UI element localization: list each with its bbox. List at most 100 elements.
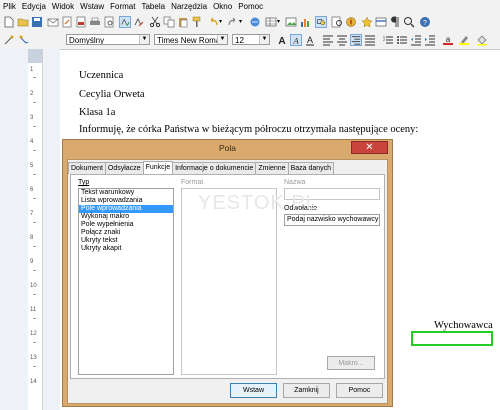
ruler-number: 2 bbox=[30, 91, 34, 97]
background-color-icon[interactable] bbox=[476, 34, 488, 46]
edit-document-icon[interactable] bbox=[61, 16, 73, 28]
font-size-select[interactable]: 12 ▼ bbox=[232, 34, 270, 45]
list-item[interactable]: Lista wprowadzania bbox=[79, 197, 173, 205]
list-item[interactable]: Ukryty tekst bbox=[79, 237, 173, 245]
insert-table-icon[interactable] bbox=[265, 16, 277, 28]
dialog-tabs: Dokument Odsyłacze Funkcje Informacje o … bbox=[68, 161, 335, 174]
menu-window[interactable]: Okno bbox=[210, 2, 235, 11]
email-icon[interactable] bbox=[47, 16, 59, 28]
ruler-tick bbox=[33, 270, 36, 271]
new-document-icon[interactable] bbox=[3, 16, 15, 28]
open-folder-icon[interactable] bbox=[17, 16, 29, 28]
list-item-selected[interactable]: Pole wprowadzania bbox=[79, 205, 173, 213]
menu-tools[interactable]: Narzędzia bbox=[168, 2, 210, 11]
justify-icon[interactable] bbox=[364, 34, 376, 46]
tab-database[interactable]: Baza danych bbox=[287, 162, 335, 174]
close-icon[interactable]: ✕ bbox=[351, 141, 388, 154]
numbering-icon[interactable]: 12 bbox=[382, 34, 394, 46]
bold-icon[interactable]: A bbox=[276, 34, 288, 46]
formatting-marks-icon[interactable] bbox=[389, 16, 401, 28]
data-sources-icon[interactable] bbox=[375, 16, 387, 28]
tab-cross-references[interactable]: Odsyłacze bbox=[104, 162, 144, 174]
menu-file[interactable]: Plik bbox=[0, 2, 19, 11]
navigator-icon[interactable] bbox=[345, 16, 357, 28]
underline-icon[interactable]: A bbox=[304, 34, 316, 46]
svg-text:?: ? bbox=[423, 20, 427, 27]
styles-formatting-icon[interactable] bbox=[3, 34, 15, 46]
increase-indent-icon[interactable] bbox=[424, 34, 436, 46]
ruler-number: 10 bbox=[30, 283, 37, 289]
bullets-icon[interactable] bbox=[396, 34, 408, 46]
close-button[interactable]: Zamknij bbox=[283, 383, 330, 398]
find-replace-icon[interactable] bbox=[331, 16, 343, 28]
tab-functions[interactable]: Funkcje bbox=[142, 161, 174, 174]
menu-insert[interactable]: Wstaw bbox=[77, 2, 107, 11]
watermark: YESTOK.PL bbox=[198, 192, 318, 214]
insert-image-icon[interactable] bbox=[285, 16, 297, 28]
redo-icon[interactable] bbox=[227, 16, 239, 28]
italic-icon[interactable]: A bbox=[290, 34, 302, 46]
menu-table[interactable]: Tabela bbox=[138, 2, 168, 11]
gallery-icon[interactable] bbox=[361, 16, 373, 28]
tab-variables[interactable]: Zmienne bbox=[255, 162, 289, 174]
dialog-title: Pola bbox=[218, 143, 236, 153]
document-line: Klasa 1a bbox=[79, 107, 116, 118]
macro-button[interactable]: Makro... bbox=[327, 356, 375, 370]
hyperlink-icon[interactable] bbox=[249, 16, 261, 28]
ruler-number: 9 bbox=[30, 259, 34, 265]
insert-chart-icon[interactable] bbox=[299, 16, 311, 28]
list-item[interactable]: Pole wypełnienia bbox=[79, 221, 173, 229]
align-center-icon[interactable] bbox=[336, 34, 348, 46]
insert-button[interactable]: Wstaw bbox=[230, 383, 277, 398]
format-list[interactable] bbox=[181, 188, 277, 375]
apply-style-icon[interactable] bbox=[18, 34, 30, 46]
list-item[interactable]: Tekst warunkowy bbox=[79, 189, 173, 197]
autocheck-icon[interactable] bbox=[133, 16, 145, 28]
help-icon[interactable]: ? bbox=[419, 16, 431, 28]
font-color-icon[interactable]: a bbox=[442, 34, 454, 46]
font-name-select[interactable]: Times New Roman ▼ bbox=[154, 34, 228, 45]
menu-edit[interactable]: Edycja bbox=[19, 2, 49, 11]
decrease-indent-icon[interactable] bbox=[410, 34, 422, 46]
tab-document[interactable]: Dokument bbox=[68, 162, 106, 174]
align-left-icon[interactable] bbox=[322, 34, 334, 46]
undo-icon[interactable] bbox=[207, 16, 219, 28]
paragraph-style-value: Domyślny bbox=[69, 36, 105, 45]
svg-text:a: a bbox=[446, 35, 451, 44]
svg-text:2: 2 bbox=[383, 38, 385, 42]
paste-icon[interactable] bbox=[177, 16, 189, 28]
menu-format[interactable]: Format bbox=[107, 2, 138, 11]
ruler-tick bbox=[33, 150, 36, 151]
ruler-tick bbox=[33, 126, 36, 127]
reference-input[interactable]: Podaj nazwisko wychowawcy bbox=[284, 214, 380, 226]
align-right-icon[interactable] bbox=[350, 34, 362, 46]
list-item[interactable]: Połącz znaki bbox=[79, 229, 173, 237]
print-preview-icon[interactable] bbox=[103, 16, 115, 28]
print-icon[interactable] bbox=[89, 16, 101, 28]
zoom-icon[interactable] bbox=[403, 16, 415, 28]
menu-help[interactable]: Pomoc bbox=[235, 2, 266, 11]
type-list[interactable]: Tekst warunkowy Lista wprowadzania Pole … bbox=[78, 188, 174, 375]
chevron-down-icon: ▼ bbox=[139, 35, 149, 44]
name-label: Nazwa bbox=[284, 179, 306, 186]
show-draw-functions-icon[interactable] bbox=[315, 16, 327, 28]
menu-view[interactable]: Widok bbox=[49, 2, 77, 11]
highlighting-icon[interactable] bbox=[458, 34, 470, 46]
list-item[interactable]: Ukryty akapit bbox=[79, 245, 173, 253]
list-item[interactable]: Wykonaj makro bbox=[79, 213, 173, 221]
standard-toolbar: ▾ ▾ ▾ ? bbox=[0, 13, 500, 32]
spellcheck-icon[interactable] bbox=[119, 16, 131, 28]
ruler-number: 11 bbox=[30, 307, 37, 313]
copy-icon[interactable] bbox=[163, 16, 175, 28]
ruler-number: 6 bbox=[30, 187, 34, 193]
cut-icon[interactable] bbox=[149, 16, 161, 28]
help-button[interactable]: Pomoc bbox=[336, 383, 383, 398]
pdf-export-icon[interactable] bbox=[75, 16, 87, 28]
save-icon[interactable] bbox=[31, 16, 43, 28]
clone-formatting-icon[interactable] bbox=[191, 16, 203, 28]
input-field-placeholder[interactable] bbox=[411, 331, 493, 346]
document-line: Cecylia Orweta bbox=[79, 89, 145, 100]
paragraph-style-select[interactable]: Domyślny ▼ bbox=[66, 34, 150, 45]
tab-doc-information[interactable]: Informacje o dokumencie bbox=[172, 162, 257, 174]
ruler-tick bbox=[33, 198, 36, 199]
